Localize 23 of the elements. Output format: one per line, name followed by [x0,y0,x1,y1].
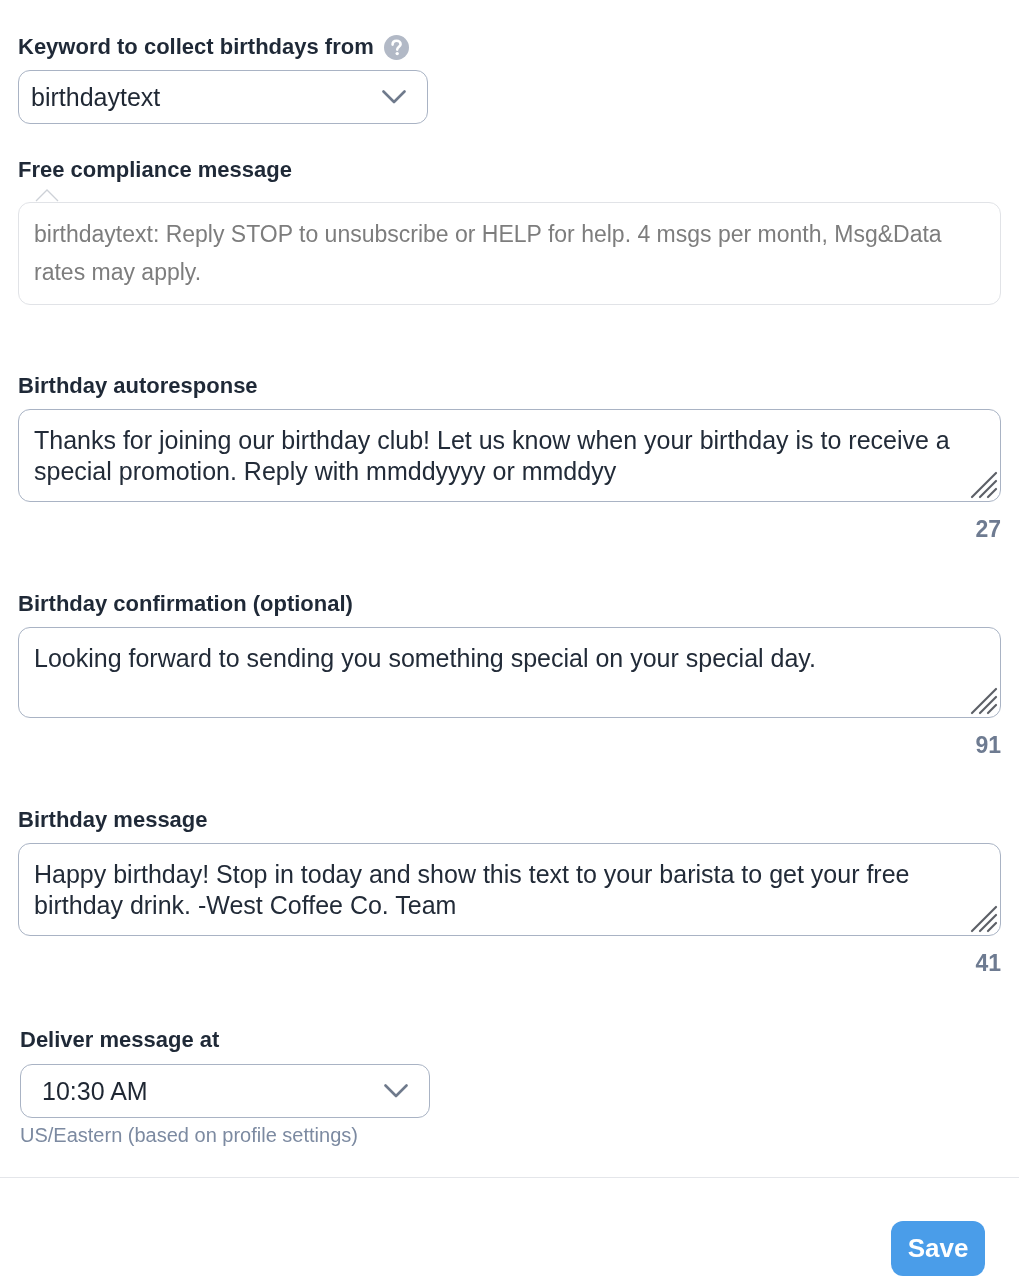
timezone-hint: US/Eastern (based on profile settings) [20,1124,359,1146]
compliance-label: Free compliance message [18,157,293,183]
chevron-down-icon [382,90,406,104]
resize-grip-icon [970,687,998,715]
character-count: 27 [974,517,1001,541]
compliance-message-panel: birthdaytext: Reply STOP to unsubscribe or HELP for help. 4 msgs per month, Msg&Data rates may apply. [18,202,1001,305]
character-count: 91 [974,733,1001,757]
keyword-dropdown[interactable]: birthdaytext [18,70,428,124]
delivery-label: Deliver message at [20,1027,221,1053]
resize-grip-icon [970,471,998,499]
field-label: Birthday message [18,807,209,833]
field-label: Birthday confirmation (optional) [18,591,354,617]
resize-grip-icon [970,905,998,933]
help-icon [383,34,409,60]
time-dropdown[interactable]: 10:30 AM [20,1064,430,1118]
keyword-label: Keyword to collect birthdays from [18,34,374,60]
message-text-field[interactable]: Happy birthday! Stop in today and show this text to your barista to get your free birthday drink. -West Coffee Co. Team [18,843,1001,936]
message-text-field[interactable]: Looking forward to sending you something special on your special day. [18,627,1001,718]
message-text-field[interactable]: Thanks for joining our birthday club! Let us know when your birthday is to receive a special promotion. Reply with mmddyyyy or mmddyy [18,409,1001,502]
caret-up-icon [35,188,59,202]
character-count: 41 [974,951,1001,975]
chevron-down-icon [384,1084,408,1098]
field-label: Birthday autoresponse [18,373,259,399]
